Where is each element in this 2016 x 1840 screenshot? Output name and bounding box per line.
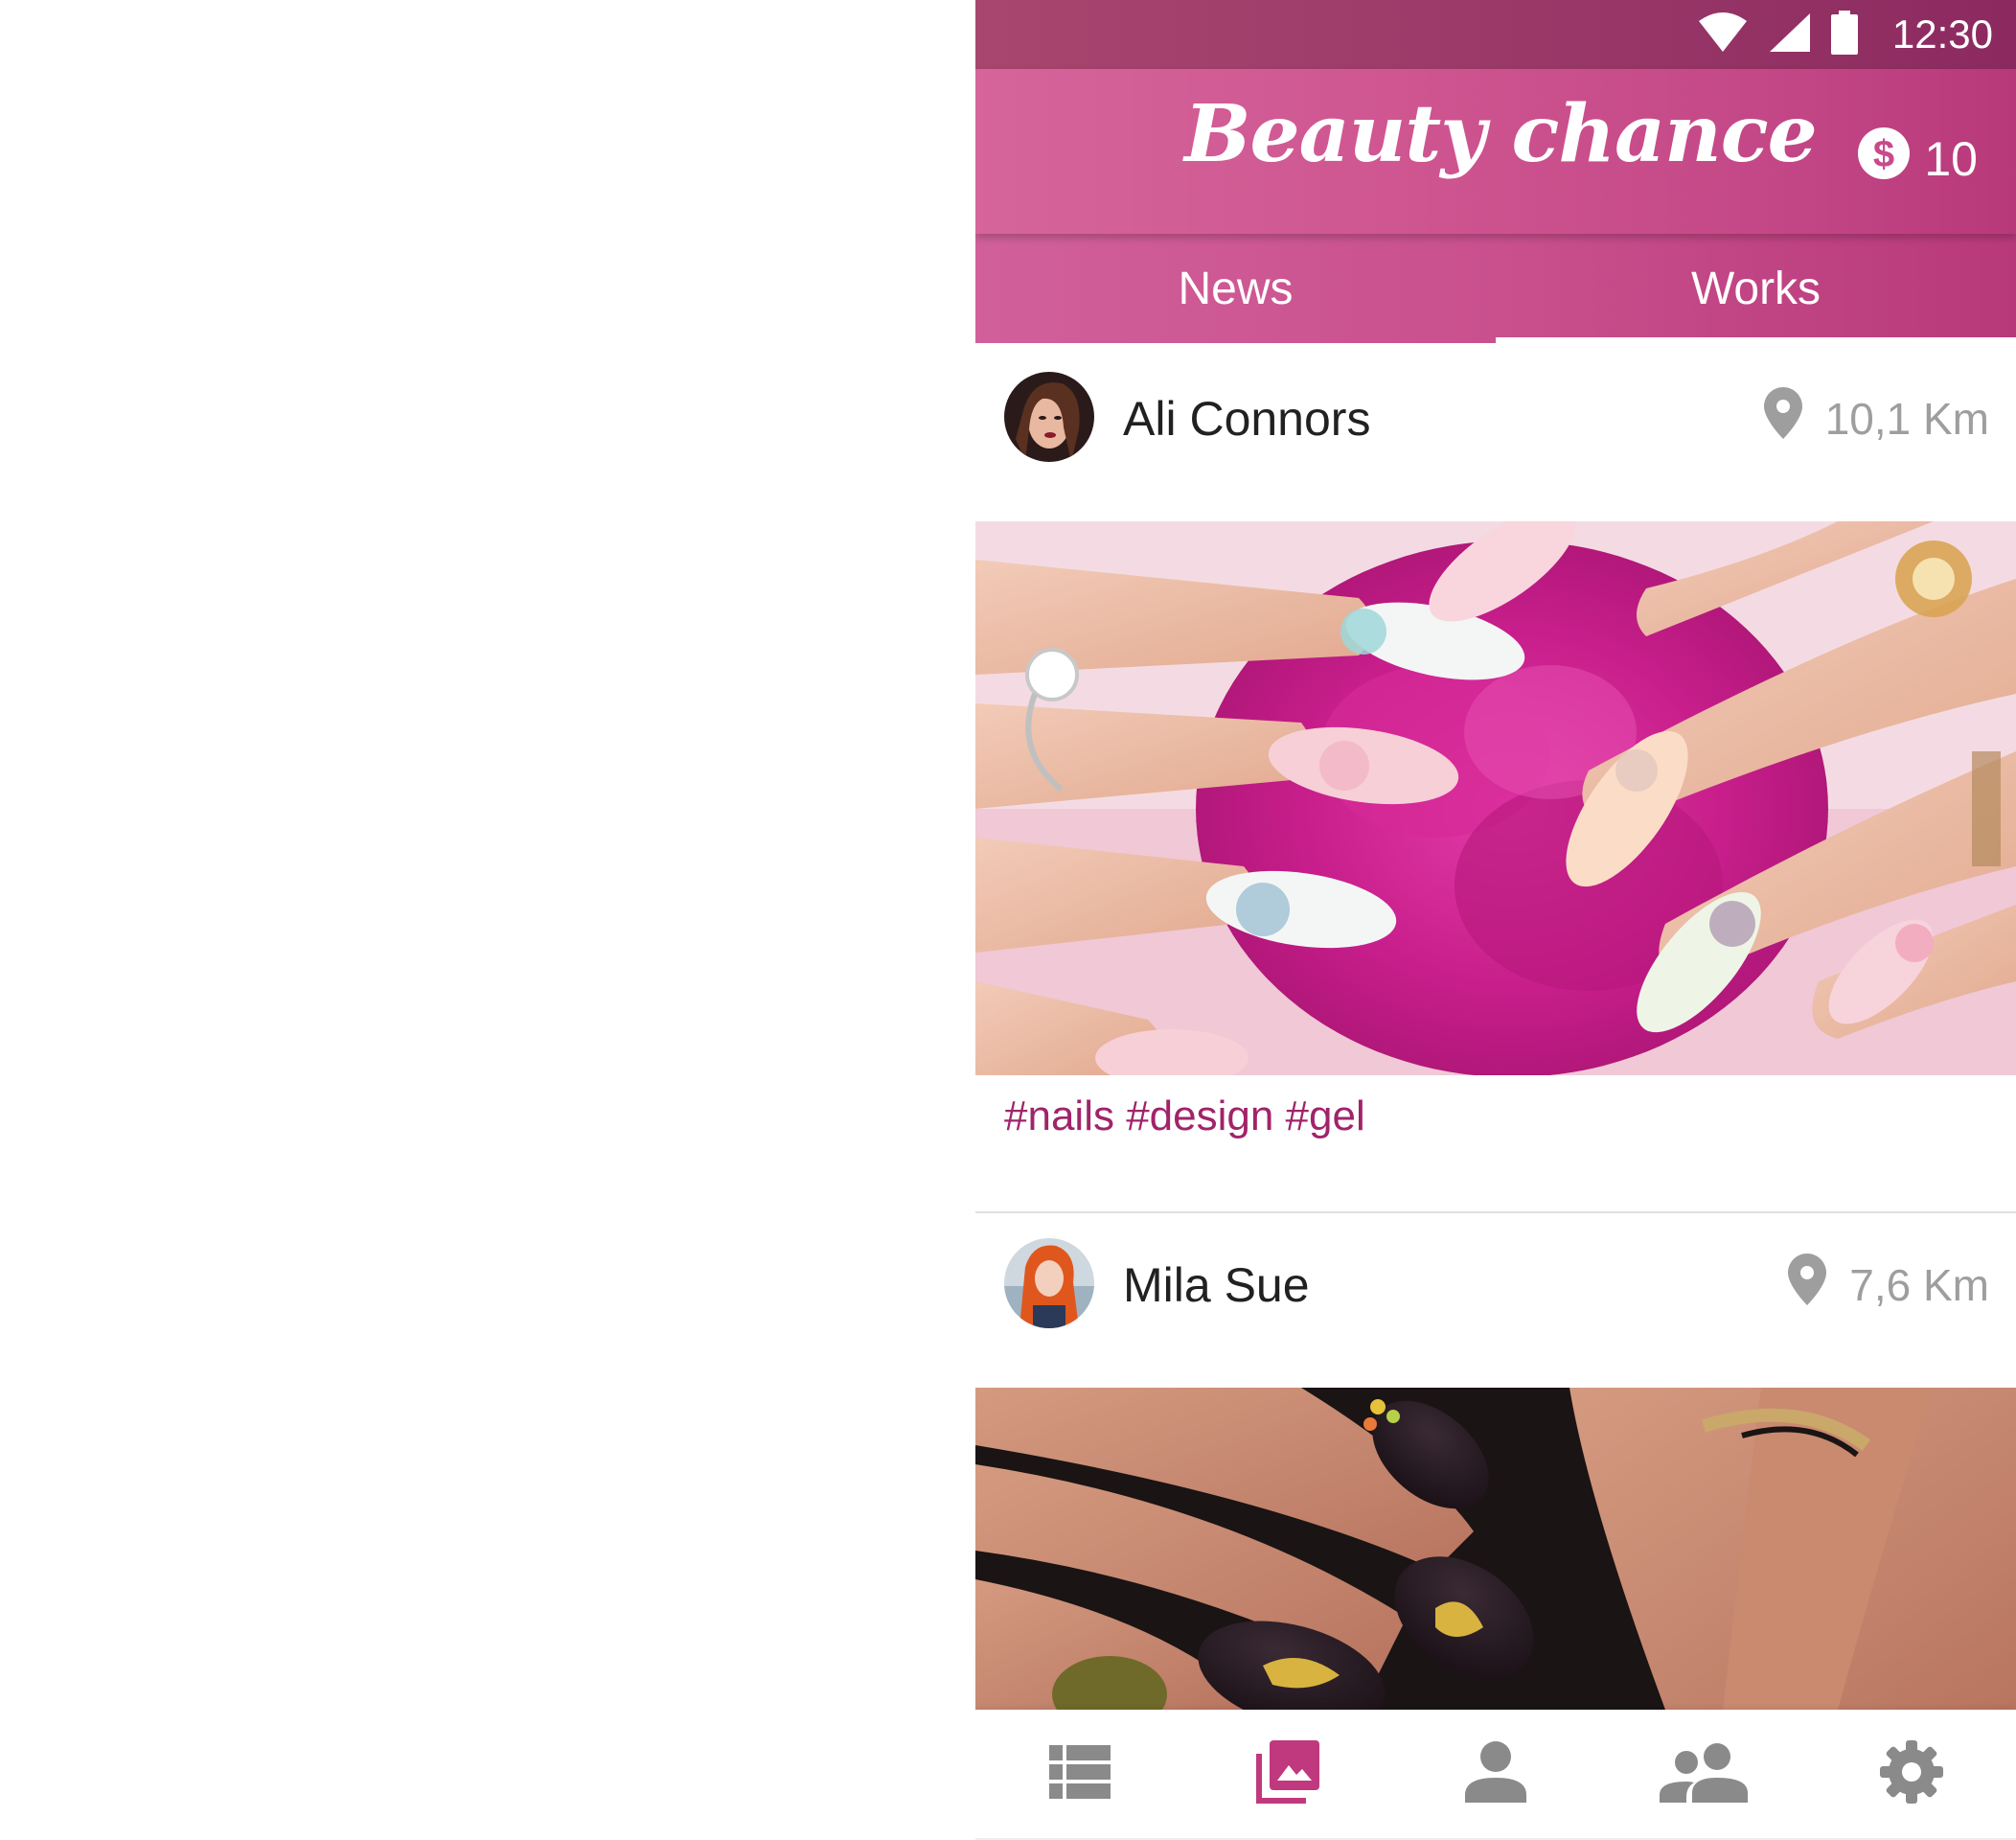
post-distance: 10,1 Km [1824, 393, 1989, 444]
post-location: 7,6 Km [1788, 1254, 1989, 1316]
gallery-icon [1255, 1740, 1319, 1807]
post-distance: 7,6 Km [1849, 1259, 1989, 1310]
post-header: Ali Connors 10,1 Km [975, 349, 2016, 473]
post-hashtags[interactable]: #nails #design #gel [1004, 1092, 1365, 1140]
svg-text:$: $ [1873, 133, 1894, 175]
bottom-navigation [975, 1710, 2016, 1840]
post-image[interactable] [975, 1388, 2016, 1710]
post-location: 10,1 Km [1763, 387, 1989, 449]
location-pin-icon [1763, 387, 1802, 449]
cellular-signal-icon [1768, 12, 1812, 58]
settings-gear-icon [1880, 1740, 1944, 1807]
nav-item-gallery[interactable] [1221, 1726, 1355, 1822]
nav-item-people[interactable] [1637, 1726, 1771, 1822]
post-divider [975, 1211, 2016, 1213]
wifi-icon [1697, 12, 1749, 58]
avatar[interactable] [1004, 1238, 1094, 1328]
nav-item-settings[interactable] [1844, 1726, 1979, 1822]
list-icon [1048, 1745, 1111, 1803]
post-image[interactable] [975, 521, 2016, 1075]
post-header: Mila Sue 7,6 Km [975, 1215, 2016, 1340]
battery-icon [1830, 11, 1858, 58]
nav-item-profile[interactable] [1429, 1726, 1563, 1822]
app-bar: Beauty chance $ 10 [975, 69, 2016, 234]
dollar-coin-icon: $ [1857, 126, 1911, 192]
post-author-name[interactable]: Mila Sue [1123, 1257, 1310, 1313]
avatar[interactable] [1004, 372, 1094, 462]
status-time: 12:30 [1891, 12, 1993, 57]
person-icon [1464, 1741, 1526, 1806]
location-pin-icon [1788, 1254, 1827, 1316]
tab-bar: News Works [975, 234, 2016, 343]
people-icon [1660, 1741, 1749, 1806]
phone-screen: 12:30 Beauty chance $ 10 News Works Ali … [975, 0, 2016, 1840]
nav-item-list[interactable] [1013, 1726, 1147, 1822]
tab-works[interactable]: Works [1496, 234, 2016, 343]
status-bar: 12:30 [975, 0, 2016, 69]
tab-works-label: Works [1690, 263, 1821, 314]
coins-count: 10 [1924, 132, 1978, 186]
tab-news-label: News [1178, 263, 1294, 314]
tab-news[interactable]: News [975, 234, 1496, 343]
coins-balance[interactable]: $ 10 [1857, 126, 1978, 192]
post-author-name[interactable]: Ali Connors [1123, 391, 1370, 447]
